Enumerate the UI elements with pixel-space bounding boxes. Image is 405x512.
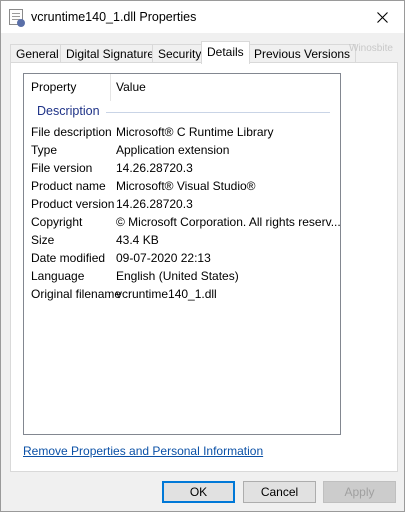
details-panel: Property Value Description File descript… xyxy=(10,62,398,472)
ok-button[interactable]: OK xyxy=(162,481,235,503)
list-item[interactable]: File description Microsoft® C Runtime Li… xyxy=(24,125,340,143)
dll-file-icon xyxy=(9,9,25,27)
group-description: Description xyxy=(37,104,100,118)
details-list[interactable]: Property Value Description File descript… xyxy=(23,73,341,435)
property-name: Size xyxy=(31,233,55,247)
watermark: Winosbite xyxy=(349,43,393,54)
tab-digital-signatures[interactable]: Digital Signatures xyxy=(60,44,167,63)
property-name: File description xyxy=(31,125,112,139)
property-value: 14.26.28720.3 xyxy=(116,197,193,211)
property-value: 14.26.28720.3 xyxy=(116,161,193,175)
property-name: Copyright xyxy=(31,215,83,229)
column-header-value[interactable]: Value xyxy=(116,80,146,94)
property-name: Date modified xyxy=(31,251,106,265)
list-item[interactable]: Product name Microsoft® Visual Studio® xyxy=(24,179,340,197)
group-divider xyxy=(106,112,330,113)
property-name: Original filename xyxy=(31,287,122,301)
properties-dialog: vcruntime140_1.dll Properties General Di… xyxy=(0,0,405,512)
close-button[interactable] xyxy=(360,1,404,33)
list-item[interactable]: Original filename vcruntime140_1.dll xyxy=(24,287,340,305)
property-value: Application extension xyxy=(116,143,230,157)
close-icon xyxy=(376,11,388,23)
property-value: Microsoft® Visual Studio® xyxy=(116,179,256,193)
list-header: Property Value xyxy=(24,74,340,101)
property-name: File version xyxy=(31,161,93,175)
column-separator[interactable] xyxy=(110,74,111,101)
cancel-button[interactable]: Cancel xyxy=(243,481,316,503)
property-value: 09-07-2020 22:13 xyxy=(116,251,211,265)
window-title: vcruntime140_1.dll Properties xyxy=(31,10,197,24)
property-value: 43.4 KB xyxy=(116,233,159,247)
list-item[interactable]: File version 14.26.28720.3 xyxy=(24,161,340,179)
property-name: Type xyxy=(31,143,58,157)
list-item[interactable]: Product version 14.26.28720.3 xyxy=(24,197,340,215)
list-item[interactable]: Size 43.4 KB xyxy=(24,233,340,251)
apply-button[interactable]: Apply xyxy=(323,481,396,503)
tab-details[interactable]: Details xyxy=(201,41,250,64)
list-item[interactable]: Language English (United States) xyxy=(24,269,340,287)
property-name: Product version xyxy=(31,197,115,211)
property-value: Microsoft® C Runtime Library xyxy=(116,125,274,139)
tab-general[interactable]: General xyxy=(10,44,65,63)
tab-strip: General Digital Signatures Security Deta… xyxy=(10,41,402,64)
property-name: Product name xyxy=(31,179,106,193)
list-item[interactable]: Date modified 09-07-2020 22:13 xyxy=(24,251,340,269)
property-value: English (United States) xyxy=(116,269,239,283)
title-bar[interactable]: vcruntime140_1.dll Properties xyxy=(1,1,404,33)
tab-security[interactable]: Security xyxy=(152,44,208,63)
remove-properties-link[interactable]: Remove Properties and Personal Informati… xyxy=(23,444,263,458)
property-value: vcruntime140_1.dll xyxy=(116,287,217,301)
property-value: © Microsoft Corporation. All rights rese… xyxy=(116,215,341,229)
column-header-property[interactable]: Property xyxy=(31,80,76,94)
list-item[interactable]: Copyright © Microsoft Corporation. All r… xyxy=(24,215,341,233)
property-name: Language xyxy=(31,269,85,283)
list-item[interactable]: Type Application extension xyxy=(24,143,340,161)
tab-previous-versions[interactable]: Previous Versions xyxy=(248,44,357,63)
